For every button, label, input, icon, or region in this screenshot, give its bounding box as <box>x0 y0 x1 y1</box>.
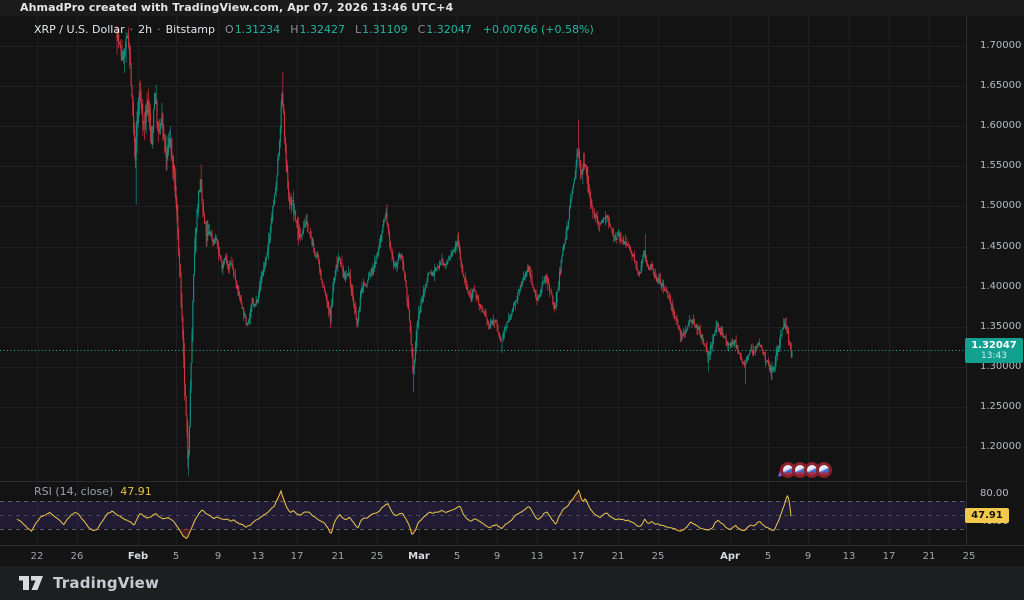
time-axis[interactable]: 22 26 Feb 5 9 13 17 21 25 Mar 5 9 13 17 21 25 Apr 5 9 13 17 2… <box>0 545 1024 567</box>
interval-label[interactable]: 2h <box>138 23 152 36</box>
price-axis-label: 1.25000 <box>967 401 1024 413</box>
time-axis-label: Apr <box>720 550 740 563</box>
time-axis-label: 13 <box>252 550 265 563</box>
time-axis-label: 26 <box>71 550 84 563</box>
time-axis-label: 25 <box>652 550 665 563</box>
price-axis-label: 1.40000 <box>967 281 1024 293</box>
time-axis-label: 17 <box>291 550 304 563</box>
time-axis-label: 22 <box>31 550 44 563</box>
price-axis-label: 1.45000 <box>967 241 1024 253</box>
tradingview-logo-icon[interactable] <box>18 573 44 593</box>
rsi-label[interactable]: RSI (14, close) <box>34 485 113 498</box>
last-price-value: 1.32047 <box>965 340 1023 351</box>
close-label: C <box>418 23 426 36</box>
symbol-title[interactable]: XRP / U.S. Dollar <box>34 23 125 36</box>
price-axis-label: 1.65000 <box>967 80 1024 92</box>
tradingview-brand-text[interactable]: TradingView <box>53 574 159 592</box>
price-axis-label: 1.70000 <box>967 40 1024 52</box>
rsi-indicator-legend[interactable]: RSI (14, close) 47.91 <box>34 485 152 498</box>
time-axis-label: 17 <box>572 550 585 563</box>
time-axis-label: Mar <box>408 550 430 563</box>
time-axis-label: 25 <box>963 550 976 563</box>
change-value: +0.00766 (+0.58%) <box>483 23 594 36</box>
emoji-sticker[interactable] <box>816 462 832 478</box>
time-axis-label: 9 <box>805 550 811 563</box>
rsi-axis-label: 80.00 <box>967 488 1024 500</box>
low-value: 1.31109 <box>362 23 408 36</box>
rsi-value: 47.91 <box>120 485 152 498</box>
time-axis-label: Feb <box>128 550 148 563</box>
price-axis-label: 1.20000 <box>967 441 1024 453</box>
price-axis-label: 1.50000 <box>967 200 1024 212</box>
time-axis-label: 13 <box>531 550 544 563</box>
time-axis-label: 5 <box>454 550 460 563</box>
time-axis-label: 13 <box>843 550 856 563</box>
price-axis[interactable]: 1.32047 13:43 47.91 1.70000 1.65000 1.6000… <box>966 16 1024 545</box>
footer-bar: TradingView <box>0 566 1024 600</box>
close-value: 1.32047 <box>426 23 472 36</box>
legend-separator-dot: · <box>130 23 134 36</box>
attribution-text: AhmadPro created with TradingView.com, A… <box>20 1 453 14</box>
time-axis-label: 5 <box>173 550 179 563</box>
time-axis-label: 5 <box>765 550 771 563</box>
time-axis-label: 9 <box>494 550 500 563</box>
time-axis-label: 17 <box>883 550 896 563</box>
price-axis-label: 1.60000 <box>967 120 1024 132</box>
time-axis-label: 21 <box>923 550 936 563</box>
open-value: 1.31234 <box>235 23 281 36</box>
exchange-label: Bitstamp <box>166 23 215 36</box>
last-price-badge: 1.32047 13:43 <box>965 338 1023 363</box>
snapshot-header-bar: AhmadPro created with TradingView.com, A… <box>0 0 1024 16</box>
emoji-sticker-group[interactable] <box>779 462 832 478</box>
price-axis-label: 1.55000 <box>967 160 1024 172</box>
bar-countdown: 13:43 <box>965 351 1023 361</box>
time-axis-label: 21 <box>612 550 625 563</box>
symbol-legend[interactable]: XRP / U.S. Dollar · 2h · Bitstamp O1.312… <box>34 23 594 36</box>
rsi-value-badge: 47.91 <box>965 508 1009 523</box>
high-value: 1.32427 <box>299 23 345 36</box>
high-label: H <box>290 23 298 36</box>
price-axis-label: 1.35000 <box>967 321 1024 333</box>
low-label: L <box>355 23 361 36</box>
legend-separator-dot: · <box>157 23 161 36</box>
open-label: O <box>225 23 234 36</box>
time-axis-label: 9 <box>215 550 221 563</box>
time-axis-label: 25 <box>371 550 384 563</box>
time-axis-label: 21 <box>332 550 345 563</box>
